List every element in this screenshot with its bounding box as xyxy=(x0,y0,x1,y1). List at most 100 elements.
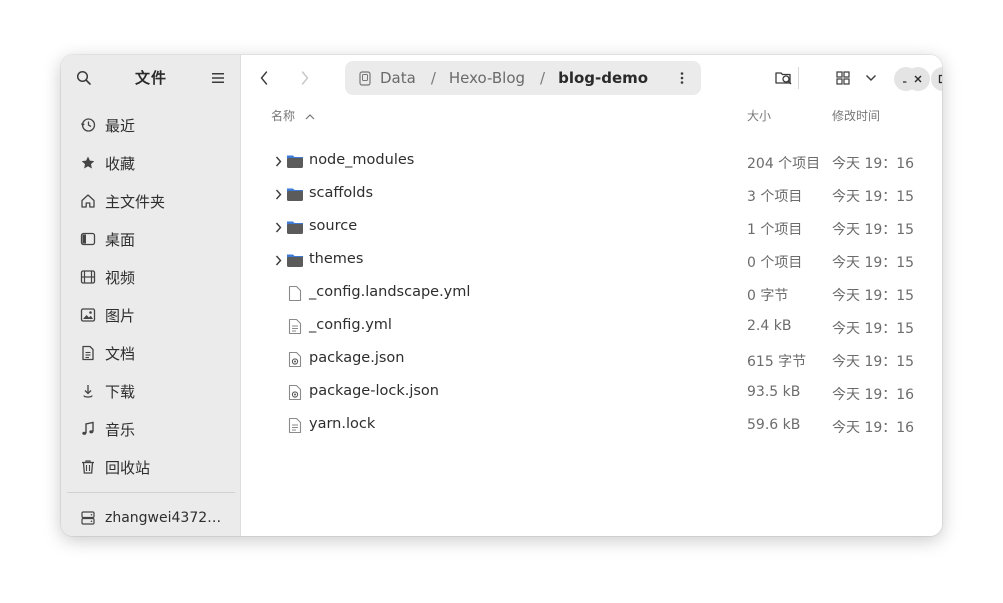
file-name: package.json xyxy=(309,350,405,366)
folder-icon xyxy=(286,185,304,203)
file-size: 0 字节 xyxy=(747,288,789,304)
file-name: node_modules xyxy=(309,152,415,168)
file-modified: 今天 19：16 xyxy=(832,156,915,172)
column-header-modified[interactable]: 修改时间 xyxy=(832,107,880,124)
empty-file-icon xyxy=(286,284,304,302)
column-header-name[interactable]: 名称 xyxy=(271,107,315,124)
grid-view-icon[interactable] xyxy=(832,67,854,89)
back-button[interactable] xyxy=(253,67,275,89)
sidebar-item-documents[interactable]: 文档 xyxy=(79,338,135,368)
chevron-down-icon[interactable] xyxy=(860,67,882,89)
file-name: yarn.lock xyxy=(309,416,376,432)
sidebar-item-music[interactable]: 音乐 xyxy=(79,414,135,444)
toolbar-divider xyxy=(798,67,799,89)
folder-icon xyxy=(286,152,304,170)
folder-icon xyxy=(286,218,304,236)
file-modified: 今天 19：15 xyxy=(832,321,915,337)
file-row[interactable]: _config.yml 2.4 kB 今天 19：15 xyxy=(241,309,942,342)
drive-icon xyxy=(358,70,372,86)
sidebar-item-label: 图片 xyxy=(105,306,136,325)
sidebar-item-recent[interactable]: 最近 xyxy=(79,110,135,140)
sidebar: 文件 最近 收藏 主文件夹 桌面 视频 图片 文档 下载 音乐 回收站 zhan… xyxy=(61,55,241,536)
text-file-icon xyxy=(286,416,304,434)
sidebar-item-label: 主文件夹 xyxy=(105,192,166,211)
file-row[interactable]: package-lock.json 93.5 kB 今天 19：16 xyxy=(241,375,942,408)
sidebar-separator xyxy=(67,492,235,493)
sidebar-item-label: 文档 xyxy=(105,344,136,363)
sidebar-item-home[interactable]: 主文件夹 xyxy=(79,186,165,216)
sidebar-item-label: 收藏 xyxy=(105,154,136,173)
clock-icon xyxy=(79,116,97,134)
sidebar-item-label: zhangwei4372… xyxy=(105,510,222,526)
column-header-size[interactable]: 大小 xyxy=(747,107,771,124)
film-icon xyxy=(79,268,97,286)
file-row[interactable]: themes 0 个项目 今天 19：15 xyxy=(241,243,942,276)
path-segment-data[interactable]: Data xyxy=(380,69,416,87)
expand-chevron-icon[interactable] xyxy=(273,220,283,234)
sidebar-item-desktop[interactable]: 桌面 xyxy=(79,224,135,254)
file-manager-window: 文件 最近 收藏 主文件夹 桌面 视频 图片 文档 下载 音乐 回收站 zhan… xyxy=(61,55,942,536)
file-size: 2.4 kB xyxy=(747,318,792,334)
text-file-icon xyxy=(286,317,304,335)
file-size: 93.5 kB xyxy=(747,384,801,400)
path-separator: / xyxy=(540,69,546,87)
path-bar[interactable]: Data / Hexo-Blog / blog-demo xyxy=(345,61,701,95)
desktop-icon xyxy=(79,230,97,248)
file-size: 0 个项目 xyxy=(747,255,803,271)
download-icon xyxy=(79,382,97,400)
sidebar-item-label: 视频 xyxy=(105,268,136,287)
path-segment-hexo-blog[interactable]: Hexo-Blog xyxy=(449,69,525,87)
file-modified: 今天 19：15 xyxy=(832,189,915,205)
main-pane: Data / Hexo-Blog / blog-demo 名称 大小 修改时间 … xyxy=(241,55,942,536)
close-button[interactable] xyxy=(906,67,930,91)
sidebar-item-network-drive[interactable]: zhangwei4372… xyxy=(79,503,221,533)
file-size: 1 个项目 xyxy=(747,222,803,238)
json-file-icon xyxy=(286,350,304,368)
sidebar-item-starred[interactable]: 收藏 xyxy=(79,148,135,178)
image-icon xyxy=(79,306,97,324)
json-file-icon xyxy=(286,383,304,401)
file-row[interactable]: _config.landscape.yml 0 字节 今天 19：15 xyxy=(241,276,942,309)
sidebar-item-label: 最近 xyxy=(105,116,136,135)
maximize-button[interactable] xyxy=(931,67,942,91)
kebab-menu-icon[interactable] xyxy=(673,69,691,87)
hamburger-menu-icon[interactable] xyxy=(209,69,227,87)
file-size: 204 个项目 xyxy=(747,156,821,172)
file-row[interactable]: scaffolds 3 个项目 今天 19：15 xyxy=(241,177,942,210)
sidebar-item-trash[interactable]: 回收站 xyxy=(79,452,150,482)
file-size: 59.6 kB xyxy=(747,417,801,433)
expand-chevron-icon[interactable] xyxy=(273,154,283,168)
file-modified: 今天 19：15 xyxy=(832,288,915,304)
folder-icon xyxy=(286,251,304,269)
sidebar-item-label: 音乐 xyxy=(105,420,136,439)
expand-chevron-icon[interactable] xyxy=(273,187,283,201)
sidebar-item-downloads[interactable]: 下载 xyxy=(79,376,135,406)
search-folder-button[interactable] xyxy=(773,67,795,89)
file-modified: 今天 19：15 xyxy=(832,354,915,370)
file-name: source xyxy=(309,218,358,234)
sidebar-item-label: 桌面 xyxy=(105,230,136,249)
sidebar-item-videos[interactable]: 视频 xyxy=(79,262,135,292)
column-header-label: 名称 xyxy=(271,109,296,123)
expand-chevron-icon[interactable] xyxy=(273,253,283,267)
file-modified: 今天 19：16 xyxy=(832,387,915,403)
file-modified: 今天 19：15 xyxy=(832,222,915,238)
music-icon xyxy=(79,420,97,438)
file-name: _config.landscape.yml xyxy=(309,284,471,300)
file-row[interactable]: node_modules 204 个项目 今天 19：16 xyxy=(241,144,942,177)
sidebar-item-label: 回收站 xyxy=(105,458,151,477)
file-row[interactable]: yarn.lock 59.6 kB 今天 19：16 xyxy=(241,408,942,441)
file-name: scaffolds xyxy=(309,185,374,201)
home-icon xyxy=(79,192,97,210)
path-separator: / xyxy=(430,69,436,87)
file-name: _config.yml xyxy=(309,317,392,333)
path-segment-current[interactable]: blog-demo xyxy=(558,69,648,87)
sort-ascending-icon xyxy=(305,114,315,120)
sidebar-item-pictures[interactable]: 图片 xyxy=(79,300,135,330)
forward-button[interactable] xyxy=(294,67,316,89)
sidebar-item-label: 下载 xyxy=(105,382,136,401)
trash-icon xyxy=(79,458,97,476)
file-row[interactable]: package.json 615 字节 今天 19：15 xyxy=(241,342,942,375)
file-name: package-lock.json xyxy=(309,383,439,399)
file-row[interactable]: source 1 个项目 今天 19：15 xyxy=(241,210,942,243)
